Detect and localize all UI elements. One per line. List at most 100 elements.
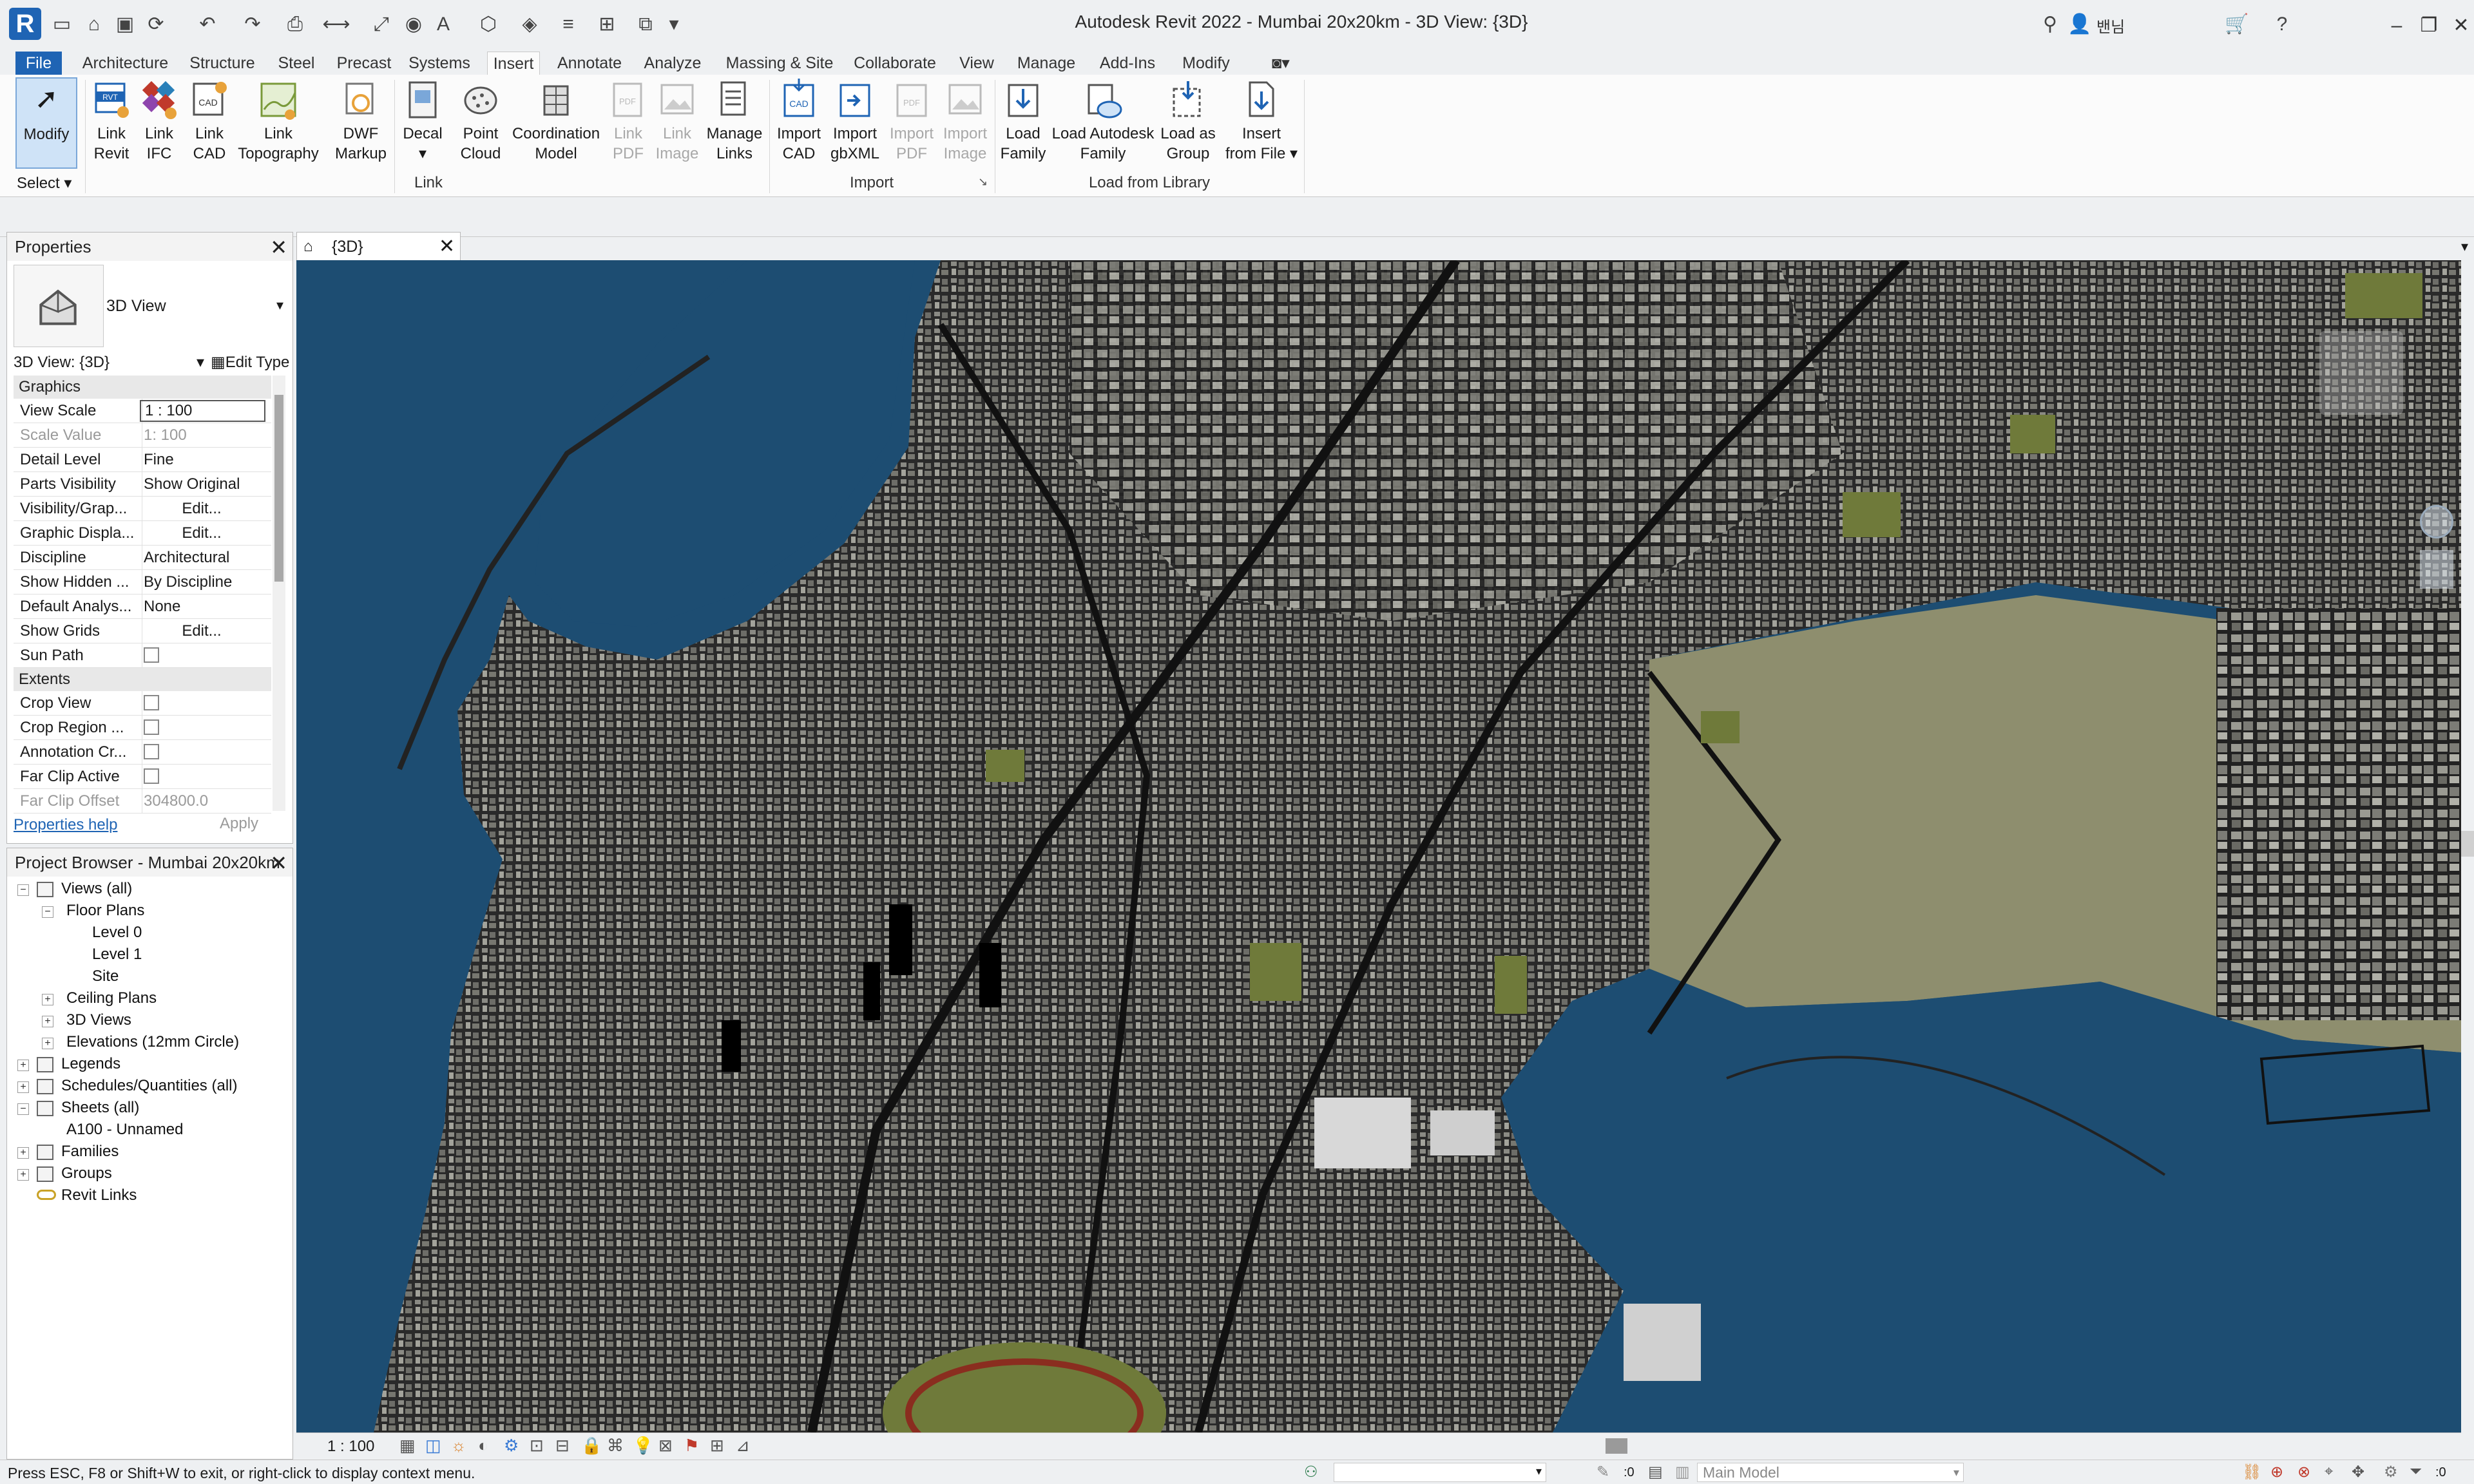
expand-icon[interactable]: + [42, 1038, 53, 1049]
tab-view[interactable]: View [954, 52, 1000, 75]
apply-button[interactable]: Apply [220, 815, 258, 833]
rendering-icon[interactable]: ⚙ [504, 1436, 519, 1456]
viewport-scroll-handle[interactable] [2461, 831, 2474, 857]
model-icon[interactable]: ▥ [1675, 1463, 1690, 1481]
sun-path-icon[interactable]: ☼ [451, 1436, 466, 1456]
tree-item-schedules[interactable]: Schedules/Quantities (all) [61, 1075, 237, 1097]
prop-value[interactable]: By Discipline [140, 570, 265, 595]
properties-scrollbar[interactable] [273, 376, 285, 811]
crop-view-checkbox[interactable] [144, 694, 159, 710]
ribbon-toggle-icon[interactable]: ◙▾ [1263, 52, 1299, 75]
crop-region-checkbox[interactable] [144, 719, 159, 735]
switch-windows-icon[interactable]: ⧉ [631, 10, 660, 39]
close-hidden-icon[interactable]: ⊞ [593, 10, 621, 39]
tab-modify[interactable]: Modify [1174, 52, 1238, 75]
tag-icon[interactable]: ◉ [399, 10, 428, 39]
tree-item-sheets[interactable]: Sheets (all) [61, 1097, 139, 1119]
highlight-displacement-icon[interactable]: ⊞ [710, 1436, 724, 1456]
tab-annotate[interactable]: Annotate [554, 52, 625, 75]
select-dropdown[interactable]: Select ▾ [17, 174, 72, 193]
instance-selector[interactable]: 3D View: {3D} ▾ [14, 351, 207, 374]
tree-item-level-0[interactable]: Level 0 [92, 922, 142, 944]
prop-row[interactable]: Show Hidden ... By Discipline [14, 570, 271, 595]
modify-button[interactable]: ➚ Modify [15, 77, 77, 169]
tree-item-sheet-a100[interactable]: A100 - Unnamed [66, 1119, 183, 1141]
import-pdf-button[interactable]: PDF Import PDF [887, 79, 937, 164]
prop-row[interactable]: Detail Level Fine [14, 448, 271, 472]
tree-item-revit-links[interactable]: Revit Links [61, 1184, 137, 1206]
temp-properties-icon[interactable]: ⊠ [658, 1436, 673, 1456]
help-icon[interactable]: ? [2268, 10, 2296, 39]
prop-row[interactable]: Graphic Displa... Edit... [14, 521, 271, 546]
text-icon[interactable]: A [429, 10, 457, 39]
select-pinned-icon[interactable]: ⊗ [2297, 1463, 2310, 1481]
tree-item-elevations[interactable]: Elevations (12mm Circle) [66, 1031, 239, 1053]
prop-value[interactable]: None [140, 595, 265, 619]
folder-icon[interactable]: ⌂ [80, 10, 108, 39]
hide-isolate-icon[interactable]: ⌘ [607, 1436, 624, 1456]
prop-row[interactable]: Show Grids Edit... [14, 619, 271, 643]
expand-icon[interactable]: + [17, 1081, 29, 1093]
3d-view-icon[interactable]: ⬡ [474, 10, 503, 39]
navigation-wheel-icon[interactable] [2420, 505, 2453, 538]
tree-item-legends[interactable]: Legends [61, 1053, 120, 1075]
user-name[interactable]: 밴님 [2096, 14, 2125, 37]
prop-value[interactable]: Fine [140, 448, 265, 472]
load-family-button[interactable]: Load Family [997, 79, 1049, 164]
browser-close-icon[interactable]: ✕ [270, 851, 287, 875]
tab-file[interactable]: File [15, 52, 62, 75]
horizontal-scroll-thumb[interactable] [1606, 1438, 1627, 1454]
design-options-icon[interactable]: ▤ [1648, 1463, 1663, 1481]
expand-icon[interactable]: + [17, 1169, 29, 1181]
save-icon[interactable]: ▣ [111, 10, 139, 39]
properties-help-link[interactable]: Properties help [14, 816, 117, 834]
viewcube[interactable] [2319, 331, 2403, 415]
design-option-dropdown[interactable]: Main Model ▾ [1697, 1463, 1964, 1482]
measure-icon[interactable]: ⟷ [322, 10, 350, 39]
tab-analyze[interactable]: Analyze [640, 52, 705, 75]
redo-icon[interactable]: ↷ [238, 10, 267, 39]
select-by-face-icon[interactable]: ⌖ [2325, 1463, 2334, 1481]
revit-logo-icon[interactable]: R [9, 8, 41, 40]
collapse-icon[interactable]: − [17, 1103, 29, 1115]
annotation-crop-checkbox[interactable] [144, 743, 159, 759]
graphic-display-edit-button[interactable]: Edit... [144, 521, 260, 546]
prop-row[interactable]: Default Analys... None [14, 595, 271, 619]
insert-from-file-dropdown-icon[interactable]: ▾ [1290, 145, 1298, 162]
collapse-icon[interactable]: − [42, 906, 53, 918]
detail-level-icon[interactable]: ▦ [399, 1436, 416, 1456]
link-cad-button[interactable]: CAD Link CAD [188, 79, 231, 164]
tree-item-groups[interactable]: Groups [61, 1163, 112, 1184]
manage-links-button[interactable]: Manage Links [704, 79, 765, 164]
view-scale-button[interactable]: 1 : 100 [327, 1438, 374, 1456]
coordination-model-button[interactable]: Coordination Model [509, 79, 603, 164]
customize-qat-icon[interactable]: ▾ [660, 10, 688, 39]
select-links-icon[interactable]: ⛓ [2242, 1463, 2261, 1481]
group-extents[interactable]: Extents [14, 668, 271, 691]
prop-value[interactable]: Show Original [140, 472, 265, 497]
tree-item-site[interactable]: Site [92, 966, 119, 987]
tree-item-views-all[interactable]: Views (all) [61, 878, 132, 900]
prop-row[interactable]: Discipline Architectural [14, 546, 271, 570]
reveal-constraints-icon[interactable]: ⊿ [736, 1436, 750, 1456]
show-grids-edit-button[interactable]: Edit... [144, 619, 260, 643]
point-cloud-button[interactable]: Point Cloud [451, 79, 510, 164]
close-button[interactable]: ✕ [2442, 8, 2474, 44]
edit-type-button[interactable]: ▦Edit Type [211, 351, 289, 374]
crop-view-icon[interactable]: ⊡ [530, 1436, 544, 1456]
view-scale-input[interactable]: 1 : 100 [140, 400, 265, 422]
tree-item-ceiling-plans[interactable]: Ceiling Plans [66, 987, 157, 1009]
lock-view-icon[interactable]: 🔒 [581, 1436, 602, 1456]
link-pdf-button[interactable]: PDF Link PDF [606, 79, 651, 164]
shadows-icon[interactable]: ◐ [478, 1436, 488, 1456]
load-autodesk-family-button[interactable]: Load Autodesk Family [1051, 79, 1155, 164]
section-icon[interactable]: ◈ [515, 10, 544, 39]
view-tab-3d[interactable]: ⌂ {3D} ✕ [296, 232, 461, 260]
load-as-group-button[interactable]: Load as Group [1157, 79, 1219, 164]
type-name[interactable]: 3D View [106, 297, 166, 316]
decal-button[interactable]: Decal ▾ [398, 79, 447, 164]
sun-path-checkbox[interactable] [144, 647, 159, 663]
visibility-edit-button[interactable]: Edit... [144, 497, 260, 521]
tab-structure[interactable]: Structure [187, 52, 258, 75]
import-dialog-launcher-icon[interactable]: ↘ [978, 175, 988, 189]
